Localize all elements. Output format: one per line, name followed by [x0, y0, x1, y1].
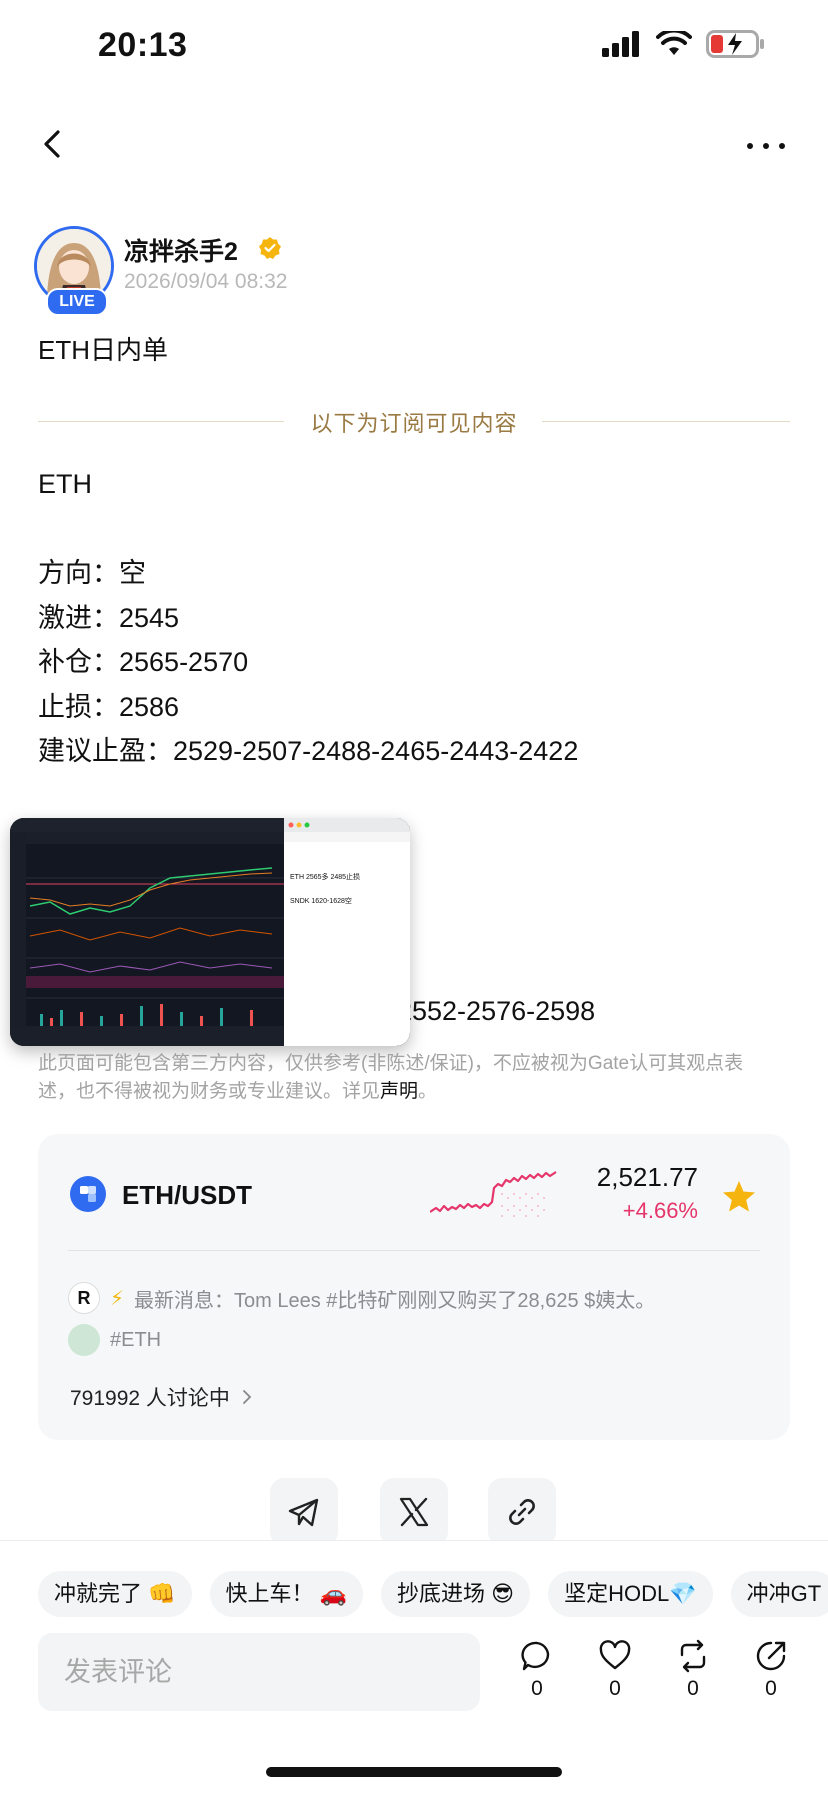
- more-button[interactable]: [744, 124, 788, 164]
- price-sparkline: [430, 1171, 557, 1217]
- link-icon: [509, 1499, 535, 1525]
- post-line: 方向：空: [38, 558, 146, 588]
- disclaimer-end: 。: [418, 1081, 438, 1102]
- status-time: 20:13: [98, 26, 188, 64]
- quick-reply-chip[interactable]: 抄底进场 😎: [381, 1571, 531, 1617]
- post-line-continued: -2552-2576-2598: [388, 996, 596, 1026]
- share-x-button[interactable]: [380, 1478, 448, 1546]
- post-line: 补仓：2565-2570: [38, 647, 249, 677]
- eth-coin-icon: [70, 1176, 106, 1212]
- news-source-logo: R: [68, 1282, 100, 1314]
- card-divider: [68, 1250, 760, 1251]
- share-icon: [756, 1641, 786, 1671]
- tag-avatar: [68, 1324, 100, 1356]
- comment-button[interactable]: 0: [512, 1639, 562, 1701]
- quick-reply-chip[interactable]: 坚定HODL💎: [548, 1571, 713, 1617]
- chevron-right-icon: [242, 1387, 252, 1411]
- author-avatar[interactable]: LIVE: [34, 226, 114, 316]
- lightning-icon: ⚡: [110, 1287, 125, 1310]
- like-button[interactable]: 0: [590, 1639, 640, 1701]
- price-change: +4.66%: [622, 1198, 698, 1223]
- market-card[interactable]: ETH/USDT 2,521.77 +4.66% R ⚡ 最新消息：Tom Le…: [38, 1134, 790, 1440]
- price: 2,521.77: [596, 1162, 698, 1192]
- news-text: 最新消息：Tom Lees #比特矿刚刚又购买了28,625 $姨太。: [134, 1289, 656, 1312]
- x-logo-icon: [399, 1497, 429, 1527]
- signal-icon: [602, 31, 639, 57]
- back-button[interactable]: [34, 124, 74, 164]
- post-line: ETH: [38, 469, 92, 499]
- post-body: ETH 方向：空 激进：2545 补仓：2565-2570 止损：2586 建议…: [38, 462, 578, 774]
- quick-reply-list: 冲就完了 👊 快上车！ 🚗 抄底进场 😎 坚定HODL💎 冲冲GT: [38, 1571, 828, 1617]
- disclaimer-link[interactable]: 声明: [380, 1081, 418, 1102]
- chart-screenshot-image: [10, 818, 410, 1046]
- comment-count: 0: [531, 1677, 543, 1700]
- bottom-panel: 冲就完了 👊 快上车！ 🚗 抄底进场 😎 坚定HODL💎 冲冲GT 发表评论 0…: [0, 1540, 828, 1793]
- telegram-icon: [288, 1498, 319, 1527]
- favorite-star-icon[interactable]: [720, 1178, 758, 1216]
- quick-reply-chip[interactable]: 冲就完了 👊: [38, 1571, 192, 1617]
- discussion-link[interactable]: 791992 人讨论中: [70, 1382, 252, 1412]
- thumbnail-note-2: SNDK 1620-1628空: [290, 898, 352, 905]
- disclaimer: 此页面可能包含第三方内容，仅供参考(非陈述/保证)，不应被视为Gate认可其观点…: [38, 1050, 778, 1106]
- subscriber-divider: 以下为订阅可见内容: [310, 411, 518, 436]
- post-line: [38, 507, 578, 552]
- post-date: 2026/09/04 08:32: [124, 270, 288, 293]
- live-badge: LIVE: [46, 288, 108, 316]
- author-name[interactable]: 凉拌杀手2: [124, 232, 238, 268]
- discussion-count: 791992 人讨论中: [70, 1387, 230, 1410]
- copy-link-button[interactable]: [488, 1478, 556, 1546]
- quick-reply-chip[interactable]: 快上车！ 🚗: [209, 1571, 364, 1617]
- share-count: 0: [765, 1677, 777, 1700]
- chevron-left-icon: [44, 130, 60, 158]
- heart-icon: [599, 1640, 631, 1670]
- quick-reply-chip[interactable]: 冲冲GT: [730, 1571, 828, 1617]
- share-button[interactable]: 0: [746, 1639, 796, 1701]
- pair-name: ETH/USDT: [122, 1180, 252, 1210]
- wifi-icon: [656, 31, 692, 55]
- battery-icon: [706, 30, 764, 58]
- more-icon: [747, 143, 785, 149]
- post-line: 建议止盈：2529-2507-2488-2465-2443-2422: [38, 736, 579, 766]
- post-line: 止损：2586: [38, 691, 180, 722]
- repost-count: 0: [687, 1677, 699, 1700]
- tag-row[interactable]: #ETH: [68, 1324, 161, 1356]
- repost-icon: [680, 1639, 706, 1673]
- screenshot-thumbnail[interactable]: ETH 2565多 2485止损 SNDK 1620-1628空: [10, 818, 410, 1046]
- news-row[interactable]: R ⚡ 最新消息：Tom Lees #比特矿刚刚又购买了28,625 $姨太。: [68, 1282, 655, 1314]
- thumbnail-note-1: ETH 2565多 2485止损: [290, 874, 361, 881]
- status-icons: [602, 30, 766, 58]
- verified-badge-icon: [259, 237, 281, 259]
- share-telegram-button[interactable]: [270, 1478, 338, 1546]
- comment-input[interactable]: 发表评论: [38, 1633, 480, 1711]
- tag-text: #ETH: [110, 1328, 162, 1351]
- like-count: 0: [609, 1677, 621, 1700]
- repost-button[interactable]: 0: [668, 1639, 718, 1701]
- home-indicator: [266, 1767, 562, 1777]
- post-title: ETH日内单: [38, 335, 169, 365]
- post-line: 激进：2545: [38, 602, 180, 633]
- comment-icon: [521, 1641, 550, 1671]
